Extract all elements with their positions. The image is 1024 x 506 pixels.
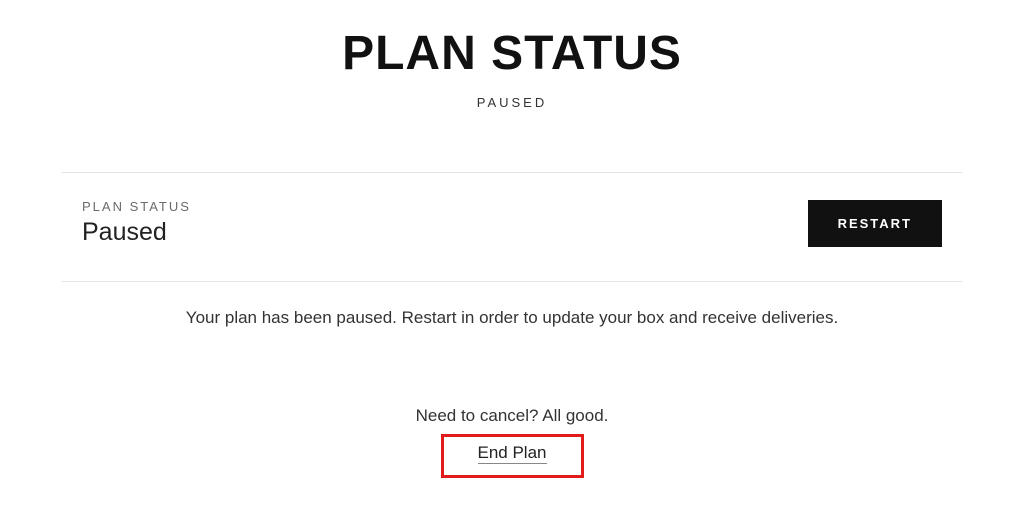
cancel-section: Need to cancel? All good. End Plan	[62, 406, 962, 478]
status-info: PLAN STATUS Paused	[82, 199, 191, 247]
page-title: PLAN STATUS	[62, 26, 962, 81]
status-value: Paused	[82, 218, 191, 247]
end-plan-link[interactable]: End Plan	[478, 443, 547, 464]
page-subtitle: PAUSED	[62, 95, 962, 110]
cancel-prompt: Need to cancel? All good.	[62, 406, 962, 426]
end-plan-highlight: End Plan	[441, 434, 584, 478]
divider-bottom	[62, 281, 962, 282]
status-row: PLAN STATUS Paused RESTART	[62, 173, 962, 281]
status-label: PLAN STATUS	[82, 199, 191, 214]
restart-button[interactable]: RESTART	[808, 200, 942, 247]
plan-paused-message: Your plan has been paused. Restart in or…	[62, 308, 962, 328]
plan-status-container: PLAN STATUS PAUSED PLAN STATUS Paused RE…	[62, 0, 962, 478]
